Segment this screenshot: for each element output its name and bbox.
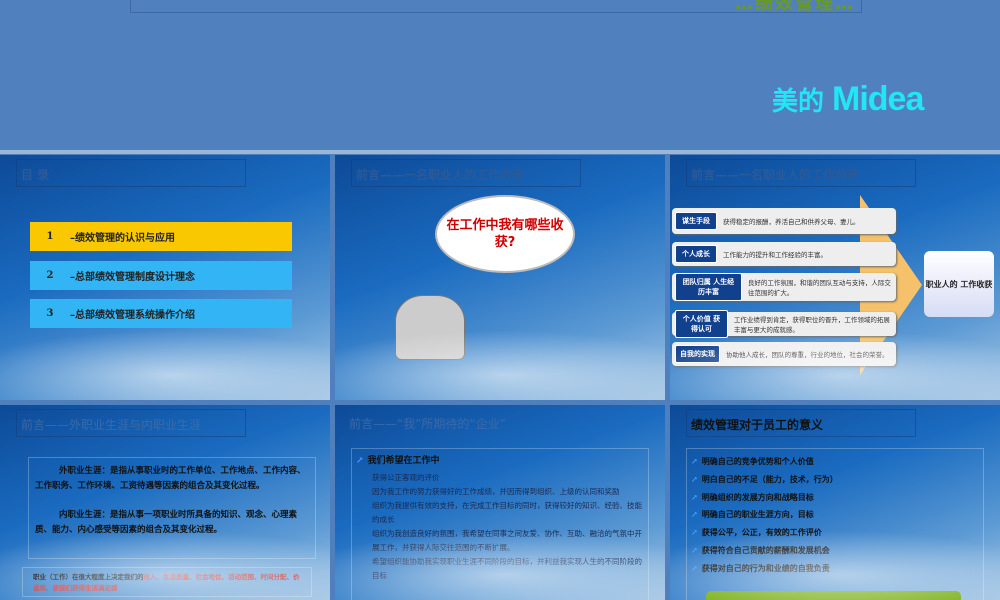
slide-title: 前言——一名职业人的工作收获 bbox=[686, 159, 916, 187]
bullet-icon: ↗ bbox=[356, 456, 364, 466]
bullet-icon: ↗ bbox=[691, 562, 698, 573]
list-item: 明确自己的竞争优势和个人价值 bbox=[701, 456, 814, 466]
gain-text: 良好的工作氛围，和谐的团队互动与支持，人际交往范围的扩大。 bbox=[747, 279, 891, 297]
slide-thumbnail-expectations[interactable]: 前言——“我”所期待的“企业” ↗ 我们希望在工作中 获得公正客观的评价 因为我工… bbox=[335, 405, 665, 600]
slide-title: 绩效管理对于员工的意义 bbox=[686, 409, 916, 437]
toc-num: 1 bbox=[46, 231, 54, 242]
bullet-icon: ↗ bbox=[691, 509, 698, 520]
slide-title: 目 录 bbox=[16, 159, 246, 187]
slide-thumbnail-significance[interactable]: 绩效管理对于员工的意义 ↗ 明确自己的竞争优势和个人价值 ↗ 明白自己的不足（能力，… bbox=[670, 405, 1000, 600]
toc-num: 3 bbox=[46, 308, 54, 319]
green-banner bbox=[706, 591, 961, 600]
gain-tag: 团队归属 人生经历丰富 bbox=[675, 273, 742, 301]
gain-row: 个人价值 获得认可 工作业绩得到肯定，获得职位的晋升，工作领域的拓展丰富与更大的成… bbox=[672, 310, 896, 338]
title-box: …绩效管理… bbox=[130, 0, 862, 14]
bullet-icon: ↗ bbox=[691, 544, 698, 555]
slide-title: 前言——外职业生涯与内职业生涯 bbox=[16, 409, 246, 437]
list-heading: 我们希望在工作中 bbox=[367, 456, 440, 466]
logo-en: Midea bbox=[832, 80, 924, 118]
list-item: 获得符合自己贡献的薪酬和发展机会 bbox=[701, 544, 830, 555]
bullet-icon: ↗ bbox=[691, 491, 698, 502]
gain-text: 获得稳定的报酬，养活自己和供养父母、妻儿。 bbox=[723, 218, 860, 226]
slide-title: 前言——一名职业人的工作收获 bbox=[351, 159, 581, 187]
gain-row: 个人成长 工作能力的提升和工作经验的丰富。 bbox=[672, 242, 896, 266]
list-item: 获得对自己的行为和业绩的自我负责 bbox=[701, 562, 830, 573]
slide-thumbnail-gains[interactable]: 前言——一名职业人的工作收获 谋生手段 获得稳定的报酬，养活自己和供养父母、妻儿。… bbox=[670, 155, 1000, 400]
list-item: 希望组织能协助我实现职业生涯不同阶段的目标，并利益我实现人生的不同阶段的目标 bbox=[372, 556, 642, 580]
list-item: 明确组织的发展方向和战略目标 bbox=[701, 491, 814, 502]
list-item: 明确自己的职业生涯方向，目标 bbox=[701, 509, 814, 520]
gain-tag: 个人价值 获得认可 bbox=[675, 310, 728, 338]
toc-item-2: 2 –总部绩效管理制度设计理念 bbox=[30, 261, 292, 290]
gain-tag: 自我的实现 bbox=[675, 345, 720, 363]
toc-item-3: 3 –总部绩效管理系统操作介绍 bbox=[30, 299, 292, 328]
list-item: 因为我工作的努力获得好的工作成绩，并因而得到组织、上级的认同和奖励 bbox=[372, 486, 620, 496]
toc-label: –总部绩效管理制度设计理念 bbox=[70, 272, 195, 283]
toc-item-1: 1 –绩效管理的认识与应用 bbox=[30, 222, 292, 251]
gain-row: 谋生手段 获得稳定的报酬，养活自己和供养父母、妻儿。 bbox=[672, 208, 896, 234]
inner-career-text: 内职业生涯：是指从事一项职业时所具备的知识、观念、心理素质、能力、内心感受等因素… bbox=[35, 510, 298, 535]
bullet-icon: ↗ bbox=[691, 456, 698, 466]
list-item: 获得公平，公正，有效的工作评价 bbox=[701, 527, 822, 538]
slide-title: 前言——“我”所期待的“企业” bbox=[349, 417, 506, 431]
outer-career-text: 外职业生涯：是指从事职业时的工作单位、工作地点、工作内容、工作职务、工作环境、工… bbox=[35, 466, 306, 491]
logo-cn: 美的 bbox=[772, 87, 825, 117]
list-item: 组织为我提供有效的支持，在完成工作目标的同时，获得较好的知识、经验、技能的成长 bbox=[372, 500, 642, 524]
gain-row: 自我的实现 协助他人成长，团队的尊重，行业的地位，社会的荣誉。 bbox=[672, 342, 896, 366]
list-item: 明白自己的不足（能力，技术，行为） bbox=[701, 473, 838, 484]
thought-cloud: 在工作中我有哪些收获? bbox=[435, 195, 575, 273]
toc-label: –总部绩效管理系统操作介绍 bbox=[70, 310, 195, 321]
gain-tag: 谋生手段 bbox=[675, 212, 717, 230]
gain-row: 团队归属 人生经历丰富 良好的工作氛围，和谐的团队互动与支持，人际交往范围的扩大。 bbox=[672, 273, 896, 301]
toc-label: –绩效管理的认识与应用 bbox=[70, 233, 175, 244]
gain-tag: 个人成长 bbox=[675, 245, 717, 263]
slide-thumbnail-career[interactable]: 前言——外职业生涯与内职业生涯 外职业生涯：是指从事职业时的工作单位、工作地点、… bbox=[0, 405, 330, 600]
note-text: 职业（工作）在很大程度上决定我们的 bbox=[33, 573, 144, 581]
bullet-icon: ↗ bbox=[691, 473, 698, 484]
slide-thumbnail-gains-question[interactable]: 前言——一名职业人的工作收获 在工作中我有哪些收获? bbox=[335, 155, 665, 400]
slide-thumbnail-toc[interactable]: 目 录 1 –绩效管理的认识与应用 2 –总部绩效管理制度设计理念 3 –总部绩效管理… bbox=[0, 155, 330, 400]
bullet-icon: ↗ bbox=[691, 527, 698, 538]
toc-num: 2 bbox=[46, 270, 54, 281]
result-box: 职业人的 工作收获 bbox=[924, 251, 994, 317]
gain-text: 工作业绩得到肯定，获得职位的晋升，工作领域的拓展丰富与更大的成就感。 bbox=[733, 316, 890, 334]
gain-text: 协助他人成长，团队的尊重，行业的地位，社会的荣誉。 bbox=[726, 351, 889, 359]
midea-logo: 美的 Midea bbox=[772, 80, 924, 119]
cartoon-man-image bbox=[395, 295, 465, 360]
list-item: 组织为我创造良好的氛围，我希望在同事之间友爱、协作、互助、融洽的气氛中开展工作，… bbox=[372, 528, 642, 552]
slide-thumbnail-top[interactable]: …绩效管理… 美的 Midea bbox=[0, 0, 1000, 150]
divider bbox=[0, 150, 1000, 154]
list-item: 获得公正客观的评价 bbox=[372, 472, 440, 482]
gain-text: 工作能力的提升和工作经验的丰富。 bbox=[723, 251, 827, 259]
slide-title-fragment: …绩效管理… bbox=[735, 0, 855, 14]
